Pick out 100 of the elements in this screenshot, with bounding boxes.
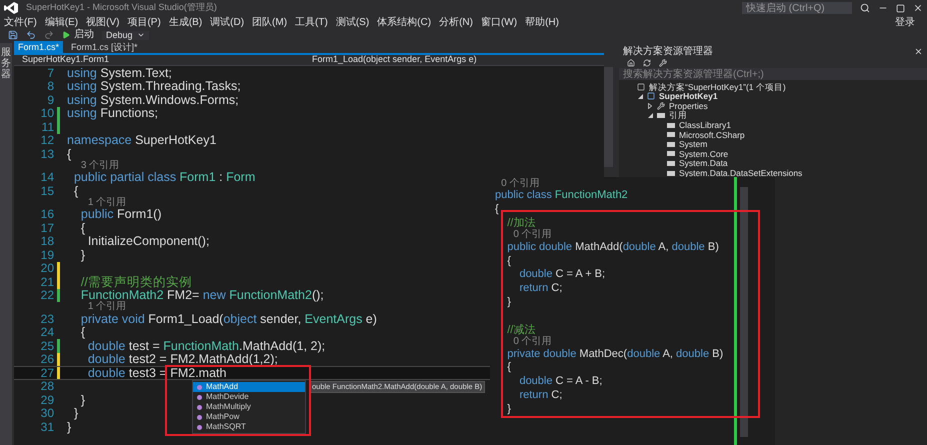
menu-item[interactable]: 调试(D) bbox=[210, 18, 244, 28]
code-token: FunctionMath2 bbox=[80, 288, 164, 302]
code-token: double bbox=[672, 242, 705, 253]
tree-item[interactable]: System.Data bbox=[679, 159, 728, 168]
refresh-icon[interactable] bbox=[643, 58, 651, 66]
menu-item[interactable]: 帮助(H) bbox=[525, 18, 559, 28]
line-number: 9 bbox=[46, 94, 54, 106]
code-token: System.Threading.Tasks; bbox=[99, 79, 241, 93]
reference-count[interactable]: 3 个引用 bbox=[80, 160, 120, 170]
menu-item[interactable]: 团队(M) bbox=[252, 18, 288, 28]
menu-item[interactable]: 视图(V) bbox=[86, 18, 120, 28]
tree-item[interactable]: 解决方案“SuperHotKey1”(1 个项目) bbox=[649, 82, 786, 92]
code-token: new bbox=[202, 288, 226, 302]
code-token: } bbox=[506, 404, 511, 415]
code-token: EventArgs bbox=[304, 312, 362, 326]
tree-item[interactable]: SuperHotKey1 bbox=[659, 92, 718, 101]
menu-item[interactable]: 生成(B) bbox=[168, 18, 202, 28]
login-link[interactable]: 登录 bbox=[895, 15, 915, 30]
project-icon bbox=[647, 92, 655, 100]
tree-item[interactable]: Properties bbox=[669, 102, 708, 110]
completion-item[interactable]: MathAdd bbox=[193, 382, 305, 392]
peek-scrollbar[interactable] bbox=[740, 187, 748, 437]
tree-item[interactable]: 引用 bbox=[669, 111, 687, 120]
line-number: 26 bbox=[40, 353, 54, 366]
menu-item[interactable]: 窗口(W) bbox=[480, 18, 518, 28]
code-token: } bbox=[72, 406, 78, 420]
type-dropdown[interactable]: SuperHotKey1.Form1 bbox=[22, 53, 312, 67]
line-number: 27 bbox=[40, 366, 54, 379]
menu-item[interactable]: 编辑(E) bbox=[44, 18, 78, 28]
tree-item[interactable]: System.Core bbox=[679, 150, 728, 158]
reference-count[interactable]: 0 个引用 bbox=[513, 337, 552, 348]
tree-item[interactable]: System bbox=[679, 140, 708, 149]
code-token: Form1() bbox=[116, 207, 162, 221]
code-token: private double bbox=[506, 348, 576, 360]
wrench-icon bbox=[657, 102, 665, 110]
redo-icon[interactable] bbox=[44, 30, 54, 40]
save-icon[interactable] bbox=[8, 30, 18, 40]
menu-item[interactable]: 体系结构(C) bbox=[377, 18, 432, 28]
line-number: 30 bbox=[40, 407, 54, 420]
search-field[interactable]: 搜索解决方案资源管理器(Ctrl+;) bbox=[619, 68, 927, 80]
expanded-arrow-icon[interactable] bbox=[638, 94, 642, 99]
expanded-arrow-icon[interactable] bbox=[648, 113, 652, 118]
menu-item[interactable]: 工具(T) bbox=[295, 18, 328, 28]
window-title: SuperHotKey1 - Microsoft Visual Studio(管理员) bbox=[26, 1, 217, 14]
search-icon[interactable] bbox=[860, 3, 870, 13]
code-token: (); bbox=[312, 288, 324, 302]
code-token: using bbox=[67, 66, 97, 80]
reference-count[interactable]: 0 个引用 bbox=[513, 230, 552, 240]
code-token: Form bbox=[226, 170, 256, 184]
code-token: double bbox=[518, 376, 552, 388]
menu-item[interactable]: 项目(P) bbox=[127, 18, 161, 28]
wrench-icon[interactable] bbox=[659, 58, 667, 66]
reference-count[interactable]: 1 个引用 bbox=[88, 302, 126, 312]
line-number: 24 bbox=[40, 326, 54, 338]
close-icon[interactable] bbox=[913, 3, 923, 13]
close-icon[interactable] bbox=[914, 47, 923, 56]
code-token: public partial class bbox=[72, 170, 176, 184]
code-token: .MathAdd(1, 2); bbox=[238, 338, 326, 352]
line-number: 14 bbox=[40, 171, 54, 184]
reference-count[interactable]: 1 个引用 bbox=[88, 198, 126, 208]
editor-scrollbar[interactable] bbox=[604, 67, 613, 167]
code-token: C = A - B; bbox=[554, 376, 602, 388]
reference-count[interactable]: 0 个引用 bbox=[501, 179, 540, 189]
code-token: } bbox=[80, 248, 86, 262]
code-token: public double bbox=[506, 242, 572, 253]
menu-item[interactable]: 测试(S) bbox=[336, 18, 370, 28]
line-number: 25 bbox=[40, 340, 54, 352]
code-token: public class bbox=[495, 190, 552, 202]
collapsed-arrow-icon[interactable] bbox=[648, 102, 652, 109]
maximize-icon[interactable] bbox=[896, 4, 905, 12]
code-token: { bbox=[67, 146, 72, 160]
line-number: 19 bbox=[40, 248, 54, 261]
code-token: SuperHotKey1 bbox=[134, 133, 216, 147]
home-icon[interactable] bbox=[627, 58, 635, 66]
line-number: 20 bbox=[40, 262, 54, 274]
line-number: 13 bbox=[40, 148, 54, 160]
completion-item[interactable]: MathMultiply bbox=[193, 402, 305, 412]
configuration-dropdown[interactable]: Debug bbox=[102, 30, 149, 40]
tree-item[interactable]: System.Data.DataSetExtensions bbox=[679, 168, 802, 178]
code-token: { bbox=[506, 256, 511, 267]
undo-icon[interactable] bbox=[26, 30, 36, 40]
code-token: { bbox=[80, 325, 86, 339]
tree-item[interactable]: Microsoft.CSharp bbox=[679, 130, 745, 140]
document-tab[interactable]: Form1.cs* bbox=[14, 41, 64, 53]
completion-item[interactable]: MathDevide bbox=[193, 392, 305, 402]
menu-item[interactable]: 文件(F) bbox=[4, 18, 37, 28]
menu-item[interactable]: 分析(N) bbox=[439, 18, 473, 28]
document-tab[interactable]: Form1.cs [设计]* bbox=[67, 41, 142, 53]
panel-title: 解决方案资源管理器 bbox=[623, 46, 713, 56]
code-token: InitializeComponent(); bbox=[86, 234, 210, 248]
side-tab[interactable]: 服务器 bbox=[0, 43, 12, 445]
quick-launch-field[interactable]: 快速启动 (Ctrl+Q) bbox=[742, 2, 852, 14]
completion-item[interactable]: MathPow bbox=[193, 412, 305, 422]
line-number: 10 bbox=[40, 107, 54, 120]
member-dropdown[interactable]: Form1_Load(object sender, EventArgs e) bbox=[312, 53, 477, 67]
start-button[interactable]: 启动 bbox=[62, 30, 94, 40]
code-token: private void bbox=[80, 312, 145, 326]
completion-item[interactable]: MathSQRT bbox=[193, 422, 305, 432]
code-token: C = A + B; bbox=[554, 269, 606, 280]
tree-item[interactable]: ClassLibrary1 bbox=[679, 120, 731, 130]
